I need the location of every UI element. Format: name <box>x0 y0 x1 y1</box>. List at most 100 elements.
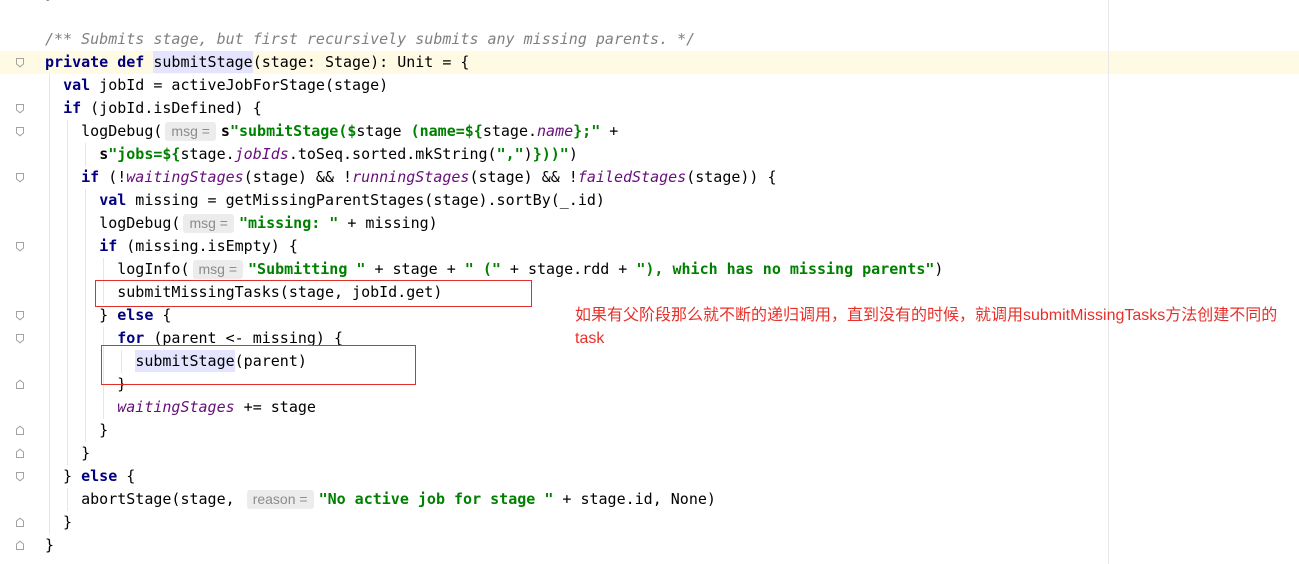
fold-start-icon[interactable] <box>15 103 25 114</box>
code-text[interactable]: private def submitStage(stage: Stage): U… <box>38 51 469 74</box>
code-text[interactable]: s"jobs=${stage.jobIds.toSeq.sorted.mkStr… <box>38 143 578 166</box>
code-text[interactable]: } <box>38 534 54 557</box>
gutter-cell[interactable] <box>0 442 38 465</box>
code-line[interactable]: } <box>0 534 1299 557</box>
code-text[interactable]: if (!waitingStages(stage) && !runningSta… <box>38 166 777 189</box>
gutter-cell[interactable] <box>0 51 38 74</box>
code-line[interactable]: submitMissingTasks(stage, jobId.get) <box>0 281 1299 304</box>
code-text[interactable]: /** Submits stage, but first recursively… <box>38 28 695 51</box>
fold-start-glyph <box>16 58 24 68</box>
code-line[interactable]: if (!waitingStages(stage) && !runningSta… <box>0 166 1299 189</box>
code-token: (stage)) { <box>686 168 777 186</box>
fold-start-icon[interactable] <box>15 310 25 321</box>
fold-end-icon[interactable] <box>15 379 25 390</box>
gutter-cell[interactable] <box>0 511 38 534</box>
code-text[interactable]: submitMissingTasks(stage, jobId.get) <box>38 281 442 304</box>
gutter-cell[interactable] <box>0 5 38 28</box>
gutter-cell[interactable] <box>0 212 38 235</box>
gutter-cell[interactable] <box>0 327 38 350</box>
code-text[interactable]: } else { <box>38 465 135 488</box>
code-line[interactable]: s"jobs=${stage.jobIds.toSeq.sorted.mkStr… <box>0 143 1299 166</box>
gutter-cell[interactable] <box>0 419 38 442</box>
code-token: runningStages <box>352 168 470 186</box>
fold-start-icon[interactable] <box>15 172 25 183</box>
code-line[interactable]: if (missing.isEmpty) { <box>0 235 1299 258</box>
code-line[interactable]: } <box>0 442 1299 465</box>
code-text[interactable]: for (parent <- missing) { <box>38 327 343 350</box>
code-token: stage. <box>180 145 235 163</box>
code-text[interactable]: logDebug(msg = s"submitStage($stage (name… <box>38 120 618 143</box>
code-text[interactable]: } else { <box>38 304 171 327</box>
code-text[interactable]: if (missing.isEmpty) { <box>38 235 298 258</box>
fold-start-icon[interactable] <box>15 471 25 482</box>
gutter-cell[interactable] <box>0 465 38 488</box>
fold-end-icon[interactable] <box>15 425 25 436</box>
code-line[interactable]: logDebug(msg = s"submitStage($stage (name… <box>0 120 1299 143</box>
code-line[interactable]: logDebug(msg = "missing: " + missing) <box>0 212 1299 235</box>
code-text[interactable]: logDebug(msg = "missing: " + missing) <box>38 212 438 235</box>
code-line[interactable]: logInfo(msg = "Submitting " + stage + " (… <box>0 258 1299 281</box>
fold-start-icon[interactable] <box>15 126 25 137</box>
code-text[interactable]: val jobId = activeJobForStage(stage) <box>38 74 388 97</box>
gutter-cell[interactable] <box>0 304 38 327</box>
code-text[interactable]: } <box>38 442 90 465</box>
gutter-cell[interactable] <box>0 281 38 304</box>
gutter-cell[interactable] <box>0 373 38 396</box>
code-line[interactable] <box>0 5 1299 28</box>
code-line[interactable]: } <box>0 511 1299 534</box>
code-editor[interactable]: } /** Submits stage, but first recursivel… <box>0 0 1299 564</box>
code-text[interactable]: val missing = getMissingParentStages(sta… <box>38 189 605 212</box>
fold-start-glyph <box>16 472 24 482</box>
fold-start-icon[interactable] <box>15 333 25 344</box>
code-text[interactable]: } <box>38 419 108 442</box>
fold-end-icon[interactable] <box>15 448 25 459</box>
code-token: "missing: " <box>238 214 339 232</box>
code-text[interactable]: if (jobId.isDefined) { <box>38 97 262 120</box>
code-text[interactable]: logInfo(msg = "Submitting " + stage + " (… <box>38 258 943 281</box>
gutter-cell[interactable] <box>0 350 38 373</box>
code-text[interactable]: submitStage(parent) <box>38 350 307 373</box>
gutter-cell[interactable] <box>0 97 38 120</box>
gutter-cell[interactable] <box>0 396 38 419</box>
gutter-cell[interactable] <box>0 143 38 166</box>
gutter-cell[interactable] <box>0 235 38 258</box>
fold-start-icon[interactable] <box>15 57 25 68</box>
gutter-cell[interactable] <box>0 258 38 281</box>
code-line[interactable]: val jobId = activeJobForStage(stage) <box>0 74 1299 97</box>
code-line[interactable]: val missing = getMissingParentStages(sta… <box>0 189 1299 212</box>
code-text[interactable]: } <box>38 373 126 396</box>
current-code-line[interactable]: private def submitStage(stage: Stage): U… <box>0 51 1299 74</box>
code-line[interactable]: if (jobId.isDefined) { <box>0 97 1299 120</box>
code-line[interactable]: /** Submits stage, but first recursively… <box>0 28 1299 51</box>
code-text[interactable] <box>38 5 45 28</box>
code-token: }))" <box>532 145 569 163</box>
gutter-cell[interactable] <box>0 74 38 97</box>
code-token: (parent) <box>234 352 307 370</box>
code-line[interactable]: waitingStages += stage <box>0 396 1299 419</box>
code-text[interactable]: } <box>38 511 72 534</box>
code-token: { <box>153 306 172 324</box>
fold-end-glyph <box>16 517 24 527</box>
code-line[interactable]: submitStage(parent) <box>0 350 1299 373</box>
gutter-cell[interactable] <box>0 120 38 143</box>
code-line[interactable]: } <box>0 419 1299 442</box>
code-lines[interactable]: } /** Submits stage, but first recursivel… <box>0 0 1299 557</box>
code-text[interactable]: abortStage(stage, reason = "No active job… <box>38 488 716 511</box>
fold-end-icon[interactable] <box>15 540 25 551</box>
code-line[interactable]: } <box>0 373 1299 396</box>
code-line[interactable]: } else { <box>0 465 1299 488</box>
gutter-cell[interactable] <box>0 189 38 212</box>
fold-start-icon[interactable] <box>15 241 25 252</box>
code-token: for <box>117 329 145 347</box>
gutter-cell[interactable] <box>0 488 38 511</box>
gutter-cell[interactable] <box>0 534 38 557</box>
code-token: stage. <box>482 122 538 140</box>
gutter-cell[interactable] <box>0 28 38 51</box>
code-token: } <box>45 444 91 462</box>
code-line[interactable]: abortStage(stage, reason = "No active job… <box>0 488 1299 511</box>
fold-end-icon[interactable] <box>15 517 25 528</box>
code-text[interactable]: waitingStages += stage <box>38 396 316 419</box>
gutter-cell[interactable] <box>0 166 38 189</box>
